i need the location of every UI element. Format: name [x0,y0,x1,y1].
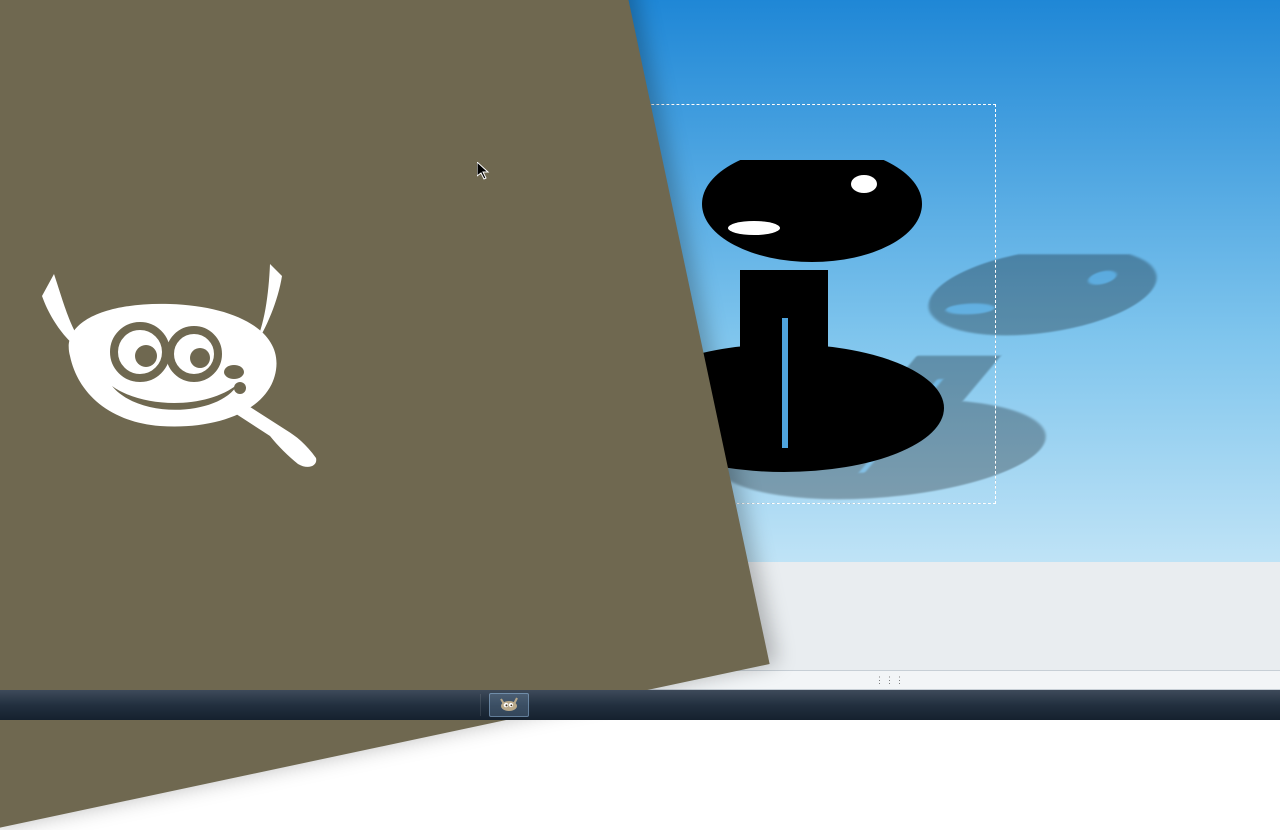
gimp-taskbar-icon [499,697,519,713]
scroll-grip-icon: ⋮⋮⋮ [875,675,895,685]
taskbar-separator [480,694,481,716]
taskbar-item-gimp[interactable] [489,693,529,717]
windows-taskbar[interactable] [0,690,1280,720]
gimp-wilber-logo [20,260,330,483]
